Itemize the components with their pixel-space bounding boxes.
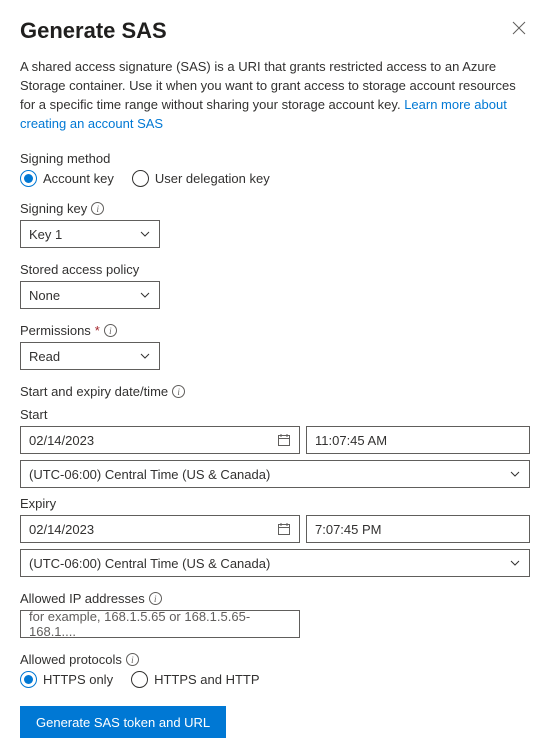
chevron-down-icon	[139, 289, 151, 301]
page-title: Generate SAS	[20, 18, 167, 44]
select-value: (UTC-06:00) Central Time (US & Canada)	[29, 467, 270, 482]
label-text: Allowed IP addresses	[20, 591, 145, 606]
chevron-down-icon	[509, 557, 521, 569]
radio-account-key[interactable]: Account key	[20, 170, 114, 187]
select-value: Read	[29, 349, 60, 364]
chevron-down-icon	[139, 350, 151, 362]
expiry-timezone-select[interactable]: (UTC-06:00) Central Time (US & Canada)	[20, 549, 530, 577]
radio-https-and-http[interactable]: HTTPS and HTTP	[131, 671, 259, 688]
radio-icon	[131, 671, 148, 688]
start-date-input[interactable]: 02/14/2023	[20, 426, 300, 454]
expiry-date-input[interactable]: 02/14/2023	[20, 515, 300, 543]
stored-policy-select[interactable]: None	[20, 281, 160, 309]
signing-key-label: Signing key i	[20, 201, 530, 216]
start-time-input[interactable]: 11:07:45 AM	[306, 426, 530, 454]
stored-policy-label: Stored access policy	[20, 262, 530, 277]
radio-label: HTTPS only	[43, 672, 113, 687]
info-icon[interactable]: i	[149, 592, 162, 605]
expiry-time-input[interactable]: 7:07:45 PM	[306, 515, 530, 543]
generate-button[interactable]: Generate SAS token and URL	[20, 706, 226, 738]
radio-https-only[interactable]: HTTPS only	[20, 671, 113, 688]
radio-icon	[20, 170, 37, 187]
date-section-label: Start and expiry date/time i	[20, 384, 530, 399]
time-value: 7:07:45 PM	[315, 522, 382, 537]
permissions-select[interactable]: Read	[20, 342, 160, 370]
select-value: Key 1	[29, 227, 62, 242]
permissions-label: Permissions * i	[20, 323, 530, 338]
info-icon[interactable]: i	[172, 385, 185, 398]
info-icon[interactable]: i	[126, 653, 139, 666]
description-text: A shared access signature (SAS) is a URI…	[20, 58, 530, 133]
label-text: Start and expiry date/time	[20, 384, 168, 399]
allowed-ip-input[interactable]: for example, 168.1.5.65 or 168.1.5.65-16…	[20, 610, 300, 638]
expiry-label: Expiry	[20, 496, 530, 511]
start-label: Start	[20, 407, 530, 422]
radio-label: HTTPS and HTTP	[154, 672, 259, 687]
time-value: 11:07:45 AM	[315, 433, 387, 448]
date-value: 02/14/2023	[29, 522, 94, 537]
info-icon[interactable]: i	[91, 202, 104, 215]
radio-icon	[132, 170, 149, 187]
label-text: Permissions	[20, 323, 91, 338]
signing-key-select[interactable]: Key 1	[20, 220, 160, 248]
allowed-ip-label: Allowed IP addresses i	[20, 591, 530, 606]
chevron-down-icon	[509, 468, 521, 480]
required-asterisk: *	[95, 323, 100, 338]
chevron-down-icon	[139, 228, 151, 240]
label-text: Allowed protocols	[20, 652, 122, 667]
allowed-protocols-label: Allowed protocols i	[20, 652, 530, 667]
signing-method-label: Signing method	[20, 151, 530, 166]
select-value: None	[29, 288, 60, 303]
radio-user-delegation-key[interactable]: User delegation key	[132, 170, 270, 187]
date-value: 02/14/2023	[29, 433, 94, 448]
close-icon	[512, 21, 526, 35]
calendar-icon	[277, 522, 291, 536]
label-text: Signing key	[20, 201, 87, 216]
select-value: (UTC-06:00) Central Time (US & Canada)	[29, 556, 270, 571]
radio-icon	[20, 671, 37, 688]
radio-label: Account key	[43, 171, 114, 186]
start-timezone-select[interactable]: (UTC-06:00) Central Time (US & Canada)	[20, 460, 530, 488]
radio-label: User delegation key	[155, 171, 270, 186]
info-icon[interactable]: i	[104, 324, 117, 337]
close-button[interactable]	[508, 18, 530, 40]
calendar-icon	[277, 433, 291, 447]
